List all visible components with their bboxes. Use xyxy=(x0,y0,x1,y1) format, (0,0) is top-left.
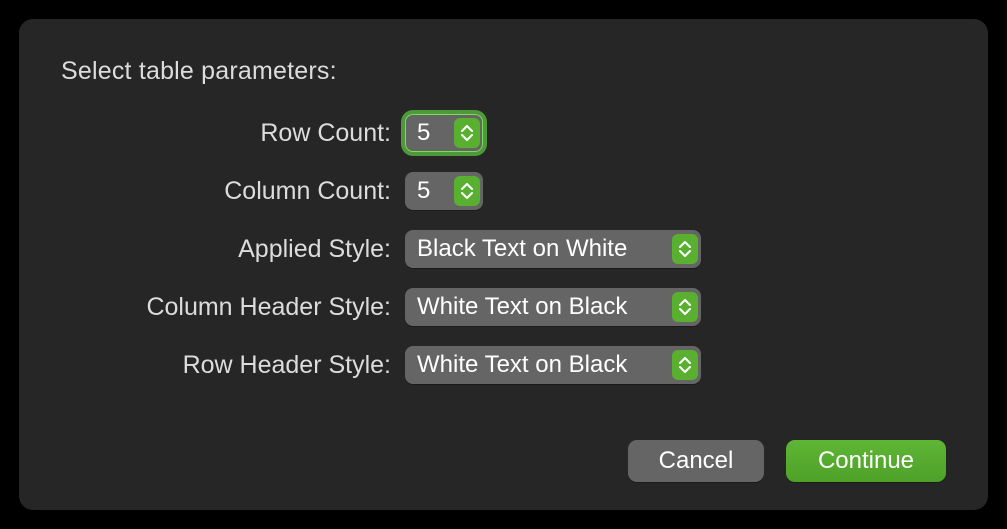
form-area: Row Count: 5 Column Count: 5 Applied Sty… xyxy=(61,114,946,430)
row-header-style-value: White Text on Black xyxy=(417,351,633,379)
row-count-stepper[interactable]: 5 xyxy=(405,114,483,152)
dialog-prompt: Select table parameters: xyxy=(61,57,946,86)
row-header-style-select[interactable]: White Text on Black xyxy=(405,346,701,384)
column-count-row: Column Count: 5 xyxy=(61,172,946,210)
column-count-value: 5 xyxy=(417,177,439,205)
stepper-arrows-icon[interactable] xyxy=(454,118,480,148)
applied-style-select[interactable]: Black Text on White xyxy=(405,230,701,268)
row-header-style-label: Row Header Style: xyxy=(61,351,391,380)
column-count-stepper[interactable]: 5 xyxy=(405,172,483,210)
stepper-arrows-icon[interactable] xyxy=(454,176,480,206)
column-count-label: Column Count: xyxy=(61,177,391,206)
select-arrows-icon[interactable] xyxy=(672,234,698,264)
select-arrows-icon[interactable] xyxy=(672,292,698,322)
row-count-label: Row Count: xyxy=(61,119,391,148)
cancel-button[interactable]: Cancel xyxy=(628,440,764,482)
row-header-style-row: Row Header Style: White Text on Black xyxy=(61,346,946,384)
applied-style-value: Black Text on White xyxy=(417,235,633,263)
column-header-style-select[interactable]: White Text on Black xyxy=(405,288,701,326)
column-header-style-row: Column Header Style: White Text on Black xyxy=(61,288,946,326)
column-header-style-value: White Text on Black xyxy=(417,293,633,321)
applied-style-row: Applied Style: Black Text on White xyxy=(61,230,946,268)
continue-button[interactable]: Continue xyxy=(786,440,946,482)
table-parameters-dialog: Select table parameters: Row Count: 5 Co… xyxy=(19,19,988,510)
select-arrows-icon[interactable] xyxy=(672,350,698,380)
dialog-buttons: Cancel Continue xyxy=(61,430,946,482)
column-header-style-label: Column Header Style: xyxy=(61,293,391,322)
applied-style-label: Applied Style: xyxy=(61,235,391,264)
row-count-value: 5 xyxy=(417,119,439,147)
row-count-row: Row Count: 5 xyxy=(61,114,946,152)
